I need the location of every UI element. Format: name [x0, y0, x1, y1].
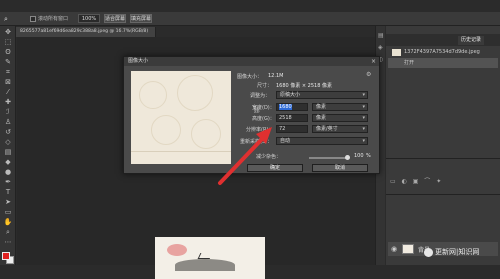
watermark-logo-icon — [424, 247, 433, 257]
dialog-title: 图像大小 — [124, 57, 379, 66]
height-unit: 像素 — [316, 115, 327, 121]
right-panel: 历史记录 1372F4397A7534d7d9de.jpeg 打开 ▭ ◐ ▣ … — [386, 26, 500, 265]
document-image — [155, 237, 265, 279]
slider-knob[interactable] — [345, 155, 350, 160]
crop-tool-icon[interactable]: ⌗ — [3, 68, 13, 76]
history-state-label: 打开 — [404, 60, 415, 66]
marquee-tool-icon[interactable]: ⬚ — [3, 38, 13, 46]
lasso-tool-icon[interactable]: ʘ — [3, 48, 13, 56]
eyedropper-tool-icon[interactable]: ⁄ — [3, 88, 13, 96]
tools-panel: ✥ ⬚ ʘ ✎ ⌗ ⊠ ⁄ ✚ ℐ ♙ ↺ ◇ ▤ ◆ ● ✒ T ➤ ▭ ✋ … — [0, 26, 16, 265]
dimensions-value: 1680 像素 × 2518 像素 — [276, 83, 332, 89]
reduce-noise-label: 减少杂色： — [256, 154, 282, 160]
watermark: 更新网|知识网 — [424, 247, 479, 257]
panel-tabs: 历史记录 — [386, 34, 500, 46]
eye-icon[interactable]: ◉ — [391, 245, 397, 253]
reduce-noise-value: 100 — [354, 153, 364, 159]
pattern-swirl — [191, 119, 221, 149]
layer-thumbnail — [402, 244, 414, 254]
watermark-text: 更新网|知识网 — [435, 248, 480, 256]
path-selection-tool-icon[interactable]: ➤ — [3, 198, 13, 206]
pen-tool-icon[interactable]: ✒ — [3, 178, 13, 186]
gear-icon[interactable]: ⚙ — [366, 71, 371, 78]
height-label: 高度(G)： — [252, 116, 275, 122]
properties-panel-icon[interactable]: ◈ — [378, 44, 385, 51]
more-tools-icon[interactable]: ⋯ — [3, 238, 13, 246]
hand-tool-icon[interactable]: ✋ — [3, 218, 13, 226]
scroll-all-windows-label: 滚动所有窗口 — [38, 16, 69, 22]
width-unit-dropdown[interactable]: 像素 — [312, 103, 368, 111]
healing-brush-tool-icon[interactable]: ✚ — [3, 98, 13, 106]
resolution-label: 分辨率(R)： — [246, 127, 274, 133]
brush-tool-icon[interactable]: ℐ — [3, 108, 13, 116]
pattern-swirl — [151, 115, 181, 145]
scroll-all-windows-checkbox[interactable] — [30, 16, 36, 22]
history-brush-tool-icon[interactable]: ↺ — [3, 128, 13, 136]
image-size-label: 图像大小： — [237, 74, 263, 80]
pattern-line — [131, 151, 231, 152]
image-size-value: 12.1M — [268, 73, 284, 79]
panel-toolbar-icons[interactable]: ▭ ◐ ▣ ⌒ ✦ — [390, 176, 443, 185]
zoom-tool-icon[interactable]: ⌕ — [4, 15, 13, 23]
fit-to-label: 调整为： — [250, 93, 271, 99]
reduce-noise-slider[interactable] — [309, 155, 350, 160]
panel-divider — [386, 158, 500, 159]
zoom-percent-button[interactable]: 100% — [78, 14, 100, 23]
pattern-swirl — [139, 81, 167, 109]
resolution-input[interactable]: 72 — [276, 125, 308, 133]
dodge-tool-icon[interactable]: ● — [3, 168, 13, 176]
width-value: 1680 — [279, 104, 292, 110]
height-input[interactable]: 2518 — [276, 114, 308, 122]
resolution-unit: 像素/英寸 — [316, 126, 338, 132]
fit-screen-button[interactable]: 适合屏幕 — [104, 14, 126, 23]
photoshop-window: ⌕ 滚动所有窗口 100% 适合屏幕 填充屏幕 ✥ ⬚ ʘ ✎ ⌗ ⊠ ⁄ ✚ … — [0, 0, 500, 279]
resample-label: 重新采样(S)： — [240, 139, 273, 145]
eraser-tool-icon[interactable]: ◇ — [3, 138, 13, 146]
resolution-unit-dropdown[interactable]: 像素/英寸 — [312, 125, 368, 133]
zoom-tool-sidebar-icon[interactable]: ⌕ — [3, 228, 13, 236]
resample-dropdown[interactable]: 自动 — [276, 137, 368, 145]
history-panel-icon[interactable]: ▤ — [378, 32, 385, 39]
blur-tool-icon[interactable]: ◆ — [3, 158, 13, 166]
painting-hills — [175, 259, 235, 271]
history-snapshot-label: 1372F4397A7534d7d9de.jpeg — [404, 49, 480, 55]
tab-history[interactable]: 历史记录 — [458, 36, 485, 45]
cancel-button[interactable]: 取消 — [312, 164, 368, 172]
resolution-value: 72 — [279, 126, 286, 132]
history-snapshot[interactable]: 1372F4397A7534d7d9de.jpeg — [388, 47, 498, 57]
foreground-color-swatch[interactable] — [2, 252, 10, 260]
clone-stamp-tool-icon[interactable]: ♙ — [3, 118, 13, 126]
snapshot-thumbnail — [392, 49, 401, 56]
move-tool-icon[interactable]: ✥ — [3, 28, 13, 36]
fit-to-dropdown[interactable]: 原稿大小 — [276, 91, 368, 99]
height-value: 2518 — [279, 115, 292, 121]
resample-value: 自动 — [280, 138, 291, 144]
panel-divider — [386, 194, 500, 195]
width-label: 宽度(D)： — [252, 105, 275, 111]
pattern-swirl — [177, 75, 213, 111]
fit-to-value: 原稿大小 — [280, 92, 301, 98]
type-tool-icon[interactable]: T — [3, 188, 13, 196]
height-unit-dropdown[interactable]: 像素 — [312, 114, 368, 122]
gradient-tool-icon[interactable]: ▤ — [3, 148, 13, 156]
width-unit: 像素 — [316, 104, 327, 110]
reduce-noise-unit: % — [366, 153, 371, 159]
fill-screen-button[interactable]: 填充屏幕 — [130, 14, 152, 23]
document-tab[interactable]: 8265577a81ef69d6ea829c388a8.jpeg @ 16.7%… — [16, 27, 156, 37]
ok-button[interactable]: 确定 — [247, 164, 303, 172]
painting-sun — [167, 244, 187, 256]
close-icon[interactable]: × — [371, 57, 376, 66]
image-size-dialog: 图像大小 × ⚙ 图像大小： 12.1M 尺寸： 1680 像素 × 2518 … — [123, 56, 380, 174]
quick-select-tool-icon[interactable]: ✎ — [3, 58, 13, 66]
width-input[interactable]: 1680 — [276, 103, 308, 111]
dimensions-label: 尺寸： — [257, 83, 273, 89]
options-bar: ⌕ 滚动所有窗口 100% 适合屏幕 填充屏幕 — [0, 12, 500, 26]
frame-tool-icon[interactable]: ⊠ — [3, 78, 13, 86]
image-preview[interactable] — [131, 71, 231, 164]
rectangle-tool-icon[interactable]: ▭ — [3, 208, 13, 216]
history-state-open[interactable]: 打开 — [388, 58, 498, 68]
